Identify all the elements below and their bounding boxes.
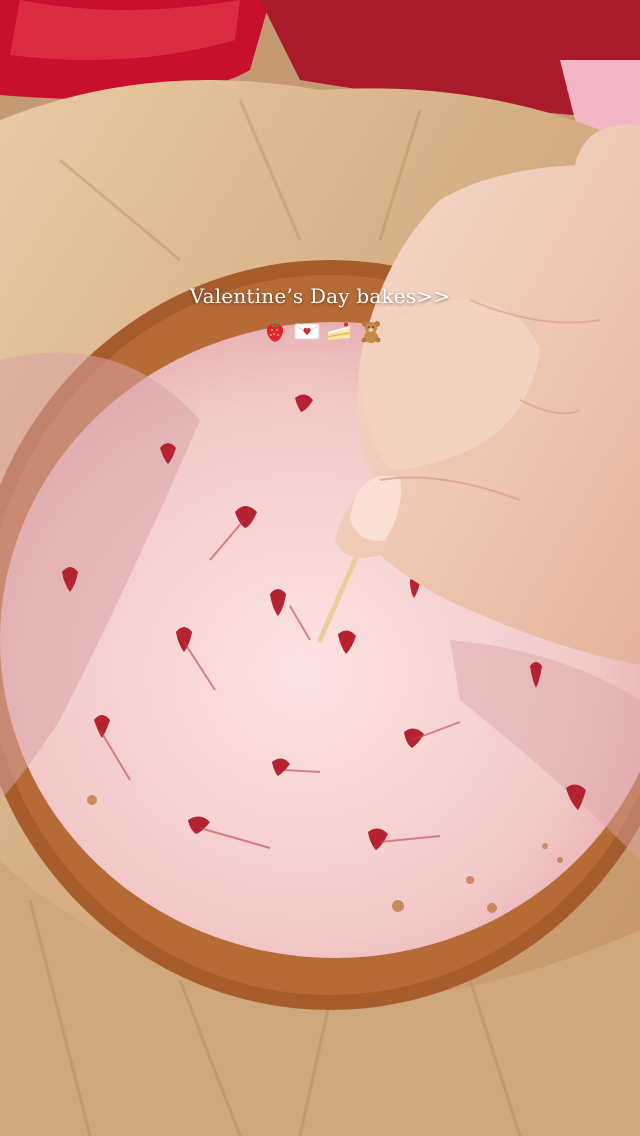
story-frame: Valentine’s Day bakes>> xyxy=(0,0,640,1136)
emoji-row xyxy=(262,318,384,344)
love-letter-icon xyxy=(294,323,320,340)
cake-slice-icon xyxy=(328,322,350,340)
story-caption: Valentine’s Day bakes>> xyxy=(189,284,451,308)
teddy-bear-icon xyxy=(361,321,381,343)
cheesecake-photo xyxy=(0,0,640,1136)
strawberry-icon xyxy=(266,322,284,342)
